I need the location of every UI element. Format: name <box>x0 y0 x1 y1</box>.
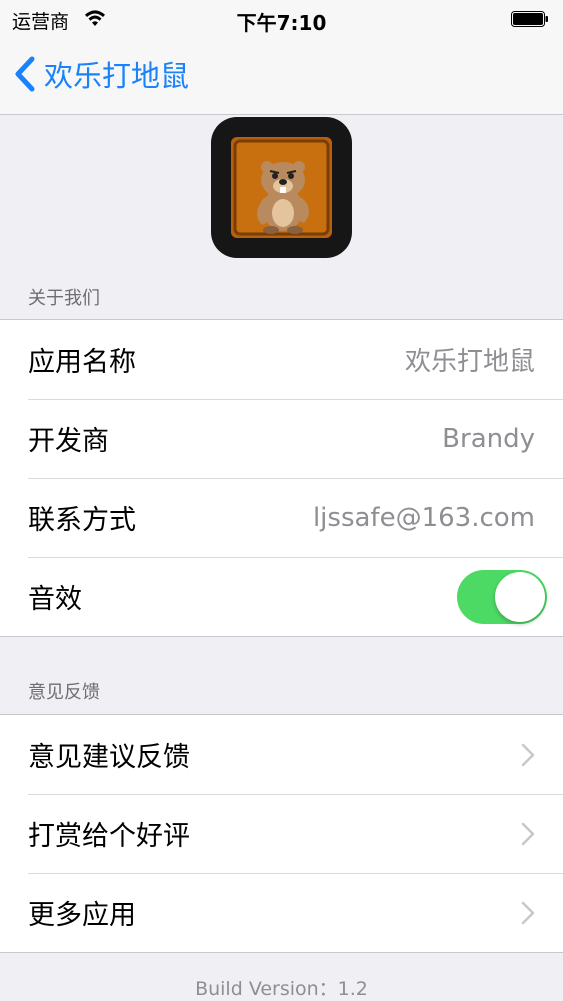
build-version: Build Version：1.2 <box>195 978 368 1000</box>
row-sound-effects: 音效 <box>0 557 563 636</box>
toggle-knob <box>495 571 545 622</box>
feedback-group: 意见建议反馈 打赏给个好评 更多应用 <box>0 714 563 953</box>
clock: 下午7:10 <box>236 11 327 35</box>
row-value: ljssafe@163.com <box>312 502 535 533</box>
sound-toggle[interactable] <box>457 569 547 624</box>
row-label: 打赏给个好评 <box>28 821 190 852</box>
about-group: 应用名称 欢乐打地鼠 开发商 Brandy 联系方式 ljssafe@163.c… <box>0 319 563 637</box>
row-value: 欢乐打地鼠 <box>404 347 535 377</box>
battery-icon <box>511 11 548 27</box>
navigation-bar: 欢乐打地鼠 <box>0 38 563 115</box>
section-header-about: 关于我们 <box>28 288 100 309</box>
chevron-right-icon <box>521 822 535 845</box>
row-label: 意见建议反馈 <box>28 742 190 773</box>
beaver-mascot-icon <box>231 137 332 238</box>
back-button-label: 欢乐打地鼠 <box>44 59 190 93</box>
section-header-feedback: 意见反馈 <box>28 682 100 703</box>
row-label: 音效 <box>28 584 82 615</box>
status-bar: 运营商 下午7:10 <box>0 0 563 38</box>
row-label: 开发商 <box>28 426 109 457</box>
chevron-right-icon <box>521 901 535 924</box>
row-app-name: 应用名称 欢乐打地鼠 <box>0 320 563 399</box>
app-icon <box>211 117 352 258</box>
row-label: 应用名称 <box>28 347 136 378</box>
back-button[interactable]: 欢乐打地鼠 <box>12 54 189 94</box>
row-rate-app[interactable]: 打赏给个好评 <box>0 794 563 873</box>
row-developer: 开发商 Brandy <box>0 399 563 478</box>
chevron-left-icon <box>15 56 35 92</box>
row-label: 联系方式 <box>28 505 136 536</box>
row-value: Brandy <box>442 423 535 454</box>
row-contact: 联系方式 ljssafe@163.com <box>0 478 563 557</box>
chevron-right-icon <box>521 743 535 766</box>
row-label: 更多应用 <box>28 900 136 931</box>
row-more-apps[interactable]: 更多应用 <box>0 873 563 952</box>
row-feedback-suggestions[interactable]: 意见建议反馈 <box>0 715 563 794</box>
